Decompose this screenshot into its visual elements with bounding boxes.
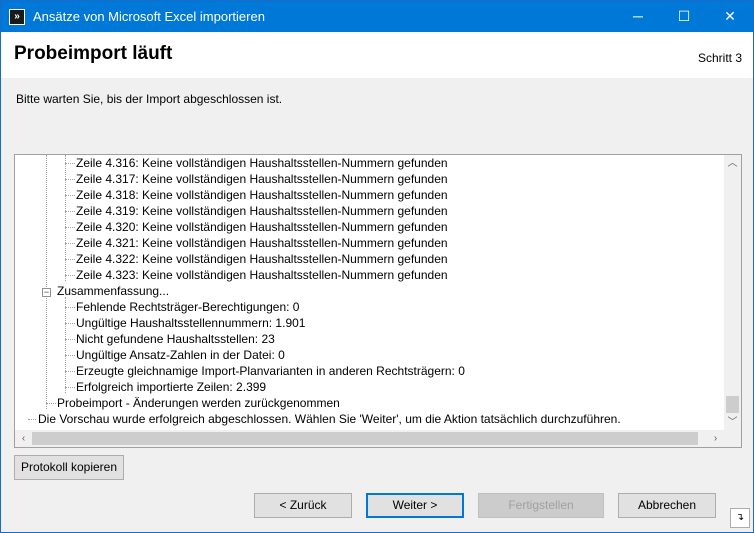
horizontal-scrollbar[interactable]: ‹ › [15,430,724,447]
log-row[interactable]: Zeile 4.321: Keine vollständigen Haushal… [76,235,448,251]
log-row[interactable]: Zeile 4.323: Keine vollständigen Haushal… [76,267,448,283]
final-line[interactable]: Die Vorschau wurde erfolgreich abgeschlo… [38,411,621,427]
tree-branch [65,339,75,340]
scroll-up-icon[interactable]: ︿ [724,155,741,172]
collapse-minus-icon[interactable]: − [42,288,51,297]
log-row[interactable]: Zeile 4.316: Keine vollständigen Haushal… [76,155,448,171]
back-button[interactable]: < Zurück [254,493,352,518]
log-row[interactable]: Zeile 4.319: Keine vollständigen Haushal… [76,203,448,219]
log-row[interactable]: Zeile 4.322: Keine vollständigen Haushal… [76,251,448,267]
finish-button: Fertigstellen [478,493,604,518]
vertical-scroll-thumb[interactable] [726,396,739,413]
vertical-scrollbar[interactable]: ︿ ﹀ [724,155,741,431]
summary-item[interactable]: Nicht gefundene Haushaltsstellen: 23 [76,331,275,347]
maximize-button[interactable]: ☐ [661,1,707,32]
tree-branch [65,371,75,372]
scroll-left-icon[interactable]: ‹ [15,430,32,447]
cancel-button[interactable]: Abbrechen [618,493,716,518]
tree-branch [28,419,36,420]
import-log-tree[interactable]: Zeile 4.316: Keine vollständigen Haushal… [14,154,742,448]
import-dialog-window: » Ansätze von Microsoft Excel importiere… [0,0,754,533]
tree-branch [65,243,75,244]
import-arrows-icon: » [9,9,25,25]
tree-branch [46,403,56,404]
tree-guide-level2a [65,155,66,281]
log-row[interactable]: Zeile 4.320: Keine vollständigen Haushal… [76,219,448,235]
log-row[interactable]: Zeile 4.317: Keine vollständigen Haushal… [76,171,448,187]
tree-branch [65,163,75,164]
tree-guide-level2b [65,297,66,393]
tree-branch [65,275,75,276]
tree-branch [65,259,75,260]
tree-branch [65,195,75,196]
summary-item[interactable]: Erfolgreich importierte Zeilen: 2.399 [76,379,266,395]
page-title: Probeimport läuft [14,43,173,64]
horizontal-scroll-thumb[interactable] [32,432,698,445]
log-row[interactable]: Zeile 4.318: Keine vollständigen Haushal… [76,187,448,203]
minimize-button[interactable]: ─ [615,1,661,32]
tree-branch [65,307,75,308]
tree-branch [65,227,75,228]
summary-item[interactable]: Ungültige Haushaltsstellennummern: 1.901 [76,315,305,331]
title-bar[interactable]: » Ansätze von Microsoft Excel importiere… [1,1,753,32]
window-title: Ansätze von Microsoft Excel importieren [33,9,265,24]
step-indicator: Schritt 3 [697,51,742,65]
tree-branch [65,179,75,180]
summary-item[interactable]: Fehlende Rechtsträger-Berechtigungen: 0 [76,299,299,315]
summary-node[interactable]: Zusammenfassung... [57,283,169,299]
resize-grip-icon[interactable]: ↴ [730,508,750,528]
rollback-line[interactable]: Probeimport - Änderungen werden zurückge… [57,395,340,411]
summary-item[interactable]: Erzeugte gleichnamige Import-Planvariant… [76,363,465,379]
tree-guide-level1 [46,155,47,409]
tree-branch [65,355,75,356]
instruction-text: Bitte warten Sie, bis der Import abgesch… [16,92,283,106]
tree-branch [65,387,75,388]
tree-branch [65,211,75,212]
scroll-down-icon[interactable]: ﹀ [724,414,741,431]
scrollbar-corner [724,430,741,447]
close-button[interactable]: ✕ [707,1,753,32]
copy-log-button[interactable]: Protokoll kopieren [14,455,124,480]
wizard-header: Probeimport läuft Schritt 3 [1,32,753,78]
tree-branch [65,323,75,324]
scroll-right-icon[interactable]: › [707,430,724,447]
next-button[interactable]: Weiter > [366,493,464,518]
summary-item[interactable]: Ungültige Ansatz-Zahlen in der Datei: 0 [76,347,285,363]
